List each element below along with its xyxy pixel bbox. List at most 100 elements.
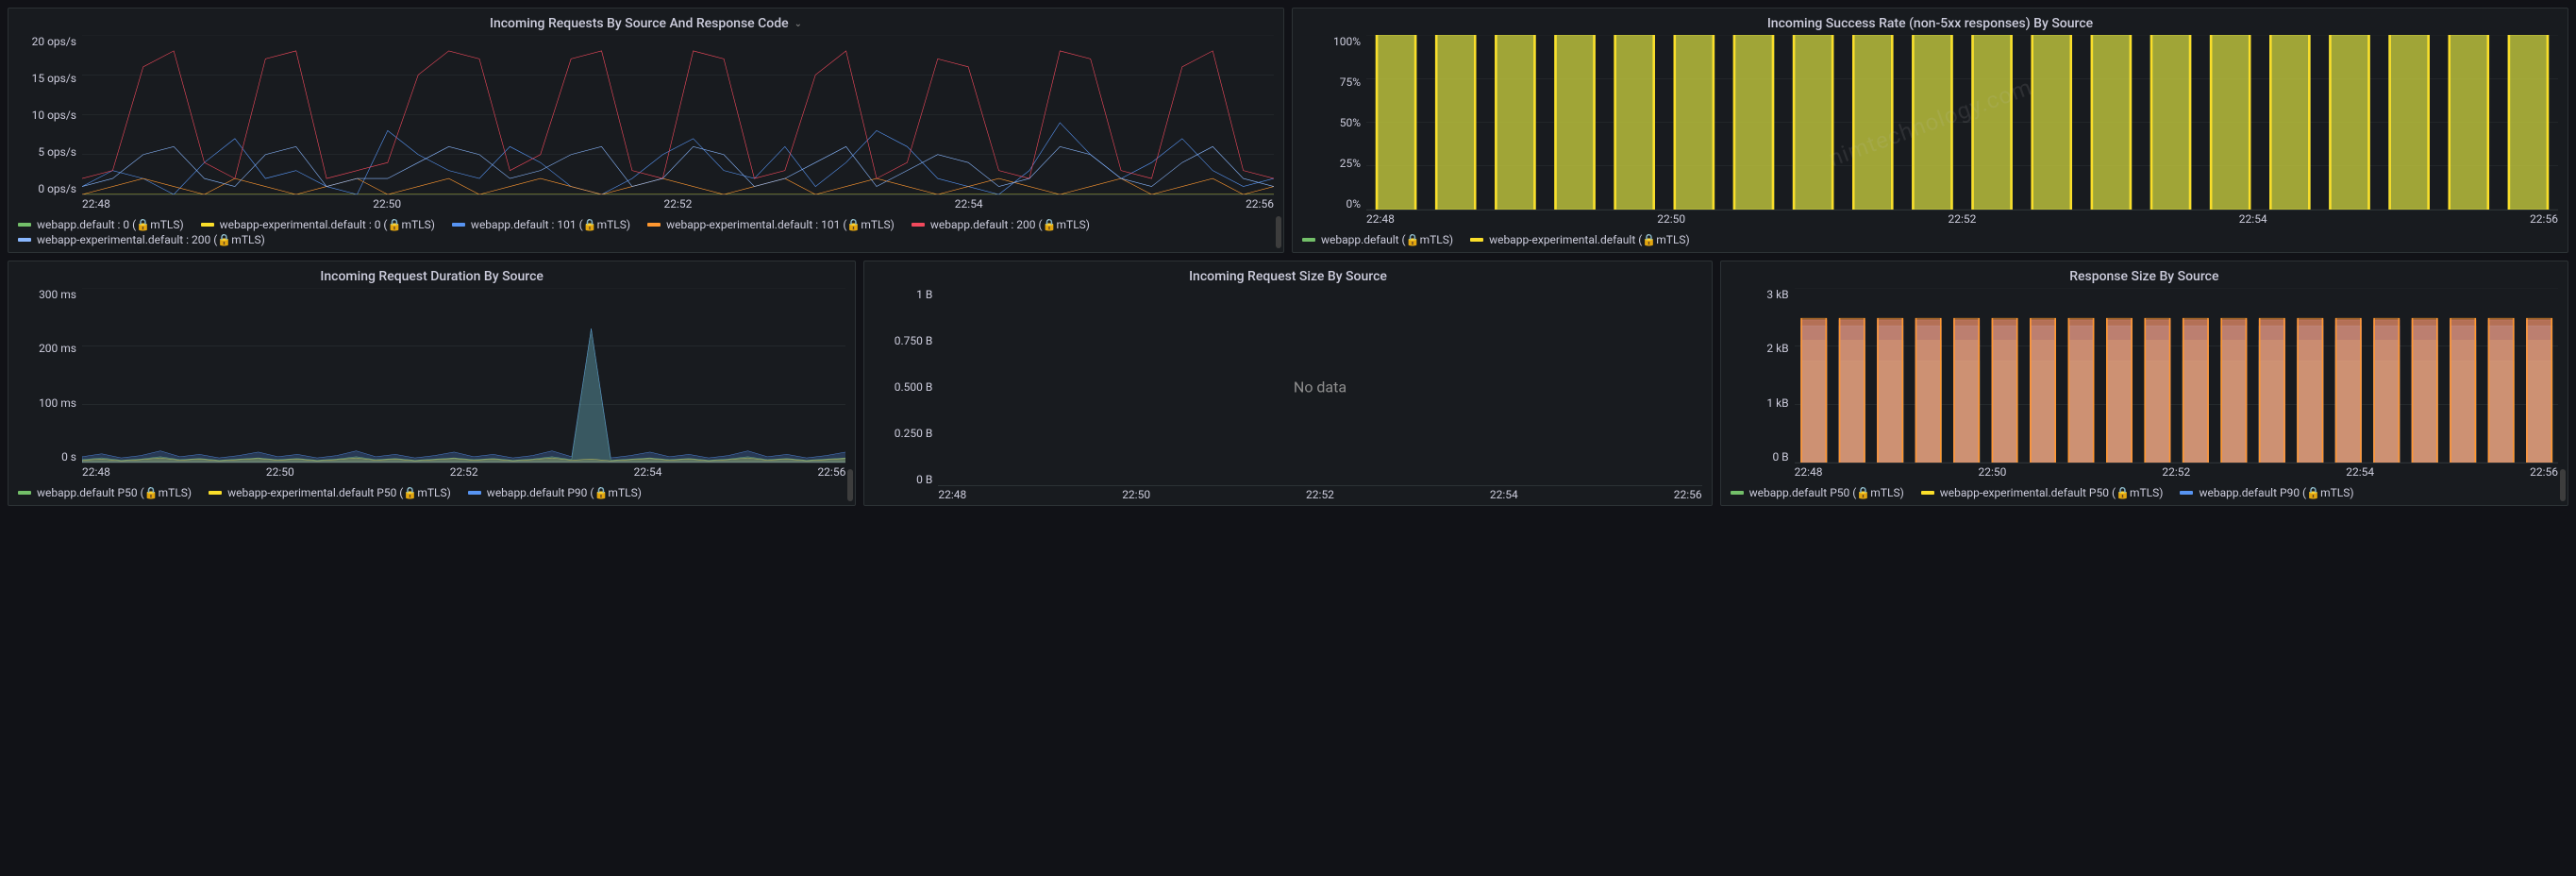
legend-label: webapp.default P90 (🔒mTLS) [487,486,642,499]
legend-label: webapp-experimental.default P50 (🔒mTLS) [1940,486,2164,499]
panel-title[interactable]: Response Size By Source [1721,261,2568,288]
y-axis: 300 ms200 ms100 ms0 s [16,288,76,463]
legend-item[interactable]: webapp-experimental.default : 200 (🔒mTLS… [18,233,265,246]
x-tick-label: 22:54 [634,465,662,482]
chart-body [1795,288,2558,463]
panel-title-text: Incoming Requests By Source And Response… [490,16,789,31]
legend-label: webapp-experimental.default P50 (🔒mTLS) [227,486,451,499]
x-tick-label: 22:56 [2530,212,2558,229]
legend-item[interactable]: webapp-experimental.default P50 (🔒mTLS) [1921,486,2164,499]
x-tick-label: 22:50 [1657,212,1685,229]
x-tick-label: 22:52 [2162,465,2190,482]
x-tick-label: 22:48 [82,197,110,214]
x-axis: 22:4822:5022:5222:5422:56 [1366,212,2558,229]
legend-item[interactable]: webapp-experimental.default (🔒mTLS) [1470,233,1690,246]
x-tick-label: 22:52 [664,197,693,214]
panel-request-size: Incoming Request Size By Source 1 B0.750… [863,261,1712,506]
legend-item[interactable]: webapp-experimental.default : 0 (🔒mTLS) [201,218,435,231]
plot-area[interactable]: 3 kB2 kB1 kB0 B 22:4822:5022:5222:5422:5… [1721,288,2568,482]
y-axis: 20 ops/s15 ops/s10 ops/s5 ops/s0 ops/s [16,35,76,195]
panel-title[interactable]: Incoming Requests By Source And Response… [8,8,1283,35]
legend-label: webapp-experimental.default : 0 (🔒mTLS) [220,218,435,231]
panel-response-size: Response Size By Source 3 kB2 kB1 kB0 B … [1720,261,2568,506]
x-tick-label: 22:52 [1306,488,1334,505]
y-tick-label: 100 ms [16,396,76,410]
y-axis: 100%75%50%25%0% [1300,35,1361,211]
x-axis: 22:4822:5022:5222:5422:56 [938,488,1701,505]
x-tick-label: 22:48 [938,488,966,505]
legend-item[interactable]: webapp.default : 200 (🔒mTLS) [912,218,1090,231]
legend-swatch [18,491,31,495]
legend-swatch [18,238,31,242]
y-tick-label: 10 ops/s [16,109,76,122]
legend: webapp.default P50 (🔒mTLS) webapp-experim… [1721,482,2568,505]
panel-title[interactable]: Incoming Request Duration By Source [8,261,855,288]
panel-title-text: Incoming Request Size By Source [1189,269,1387,284]
x-tick-label: 22:54 [955,197,983,214]
panel-requests-by-source: Incoming Requests By Source And Response… [8,8,1284,253]
legend-swatch [912,223,925,227]
legend-item[interactable]: webapp.default : 101 (🔒mTLS) [452,218,630,231]
legend-label: webapp-experimental.default (🔒mTLS) [1489,233,1690,246]
legend-swatch [1302,238,1315,242]
legend-item[interactable]: webapp-experimental.default P50 (🔒mTLS) [209,486,451,499]
legend-label: webapp-experimental.default : 200 (🔒mTLS… [37,233,265,246]
legend-swatch [18,223,31,227]
panel-success-rate: Incoming Success Rate (non-5xx responses… [1292,8,2568,253]
x-tick-label: 22:48 [82,465,110,482]
legend: webapp.default (🔒mTLS) webapp-experimenta… [1293,229,2568,252]
legend-item[interactable]: webapp.default P50 (🔒mTLS) [18,486,192,499]
y-tick-label: 0 B [872,473,932,486]
y-tick-label: 3 kB [1729,288,1789,301]
panel-request-duration: Incoming Request Duration By Source 300 … [8,261,856,506]
y-tick-label: 300 ms [16,288,76,301]
y-tick-label: 25% [1300,157,1361,170]
y-tick-label: 50% [1300,116,1361,129]
x-tick-label: 22:48 [1795,465,1823,482]
plot-area[interactable]: 100%75%50%25%0% 22:4822:5022:5222:5422:5… [1293,35,2568,229]
legend-label: webapp.default : 101 (🔒mTLS) [471,218,630,231]
grafana-dashboard: Incoming Requests By Source And Response… [8,8,2568,506]
legend-swatch [1470,238,1483,242]
panel-title-text: Incoming Success Rate (non-5xx responses… [1767,16,2093,31]
x-tick-label: 22:50 [373,197,401,214]
legend-swatch [1731,491,1744,495]
chart-body [82,35,1274,195]
no-data-label: No data [1294,378,1347,396]
y-tick-label: 0 s [16,450,76,463]
legend-swatch [1921,491,1934,495]
y-tick-label: 2 kB [1729,342,1789,355]
legend-swatch [647,223,661,227]
y-axis: 3 kB2 kB1 kB0 B [1729,288,1789,463]
legend-label: webapp.default (🔒mTLS) [1321,233,1453,246]
scrollbar[interactable] [847,469,853,501]
legend-item[interactable]: webapp.default P90 (🔒mTLS) [2180,486,2353,499]
legend-swatch [2180,491,2193,495]
y-tick-label: 100% [1300,35,1361,48]
x-tick-label: 22:54 [1490,488,1518,505]
y-tick-label: 1 kB [1729,396,1789,410]
panel-title[interactable]: Incoming Success Rate (non-5xx responses… [1293,8,2568,35]
y-axis: 1 B0.750 B0.500 B0.250 B0 B [872,288,932,486]
x-axis: 22:4822:5022:5222:5422:56 [1795,465,2558,482]
legend-item[interactable]: webapp.default P90 (🔒mTLS) [468,486,642,499]
y-tick-label: 20 ops/s [16,35,76,48]
legend-item[interactable]: webapp.default : 0 (🔒mTLS) [18,218,184,231]
y-tick-label: 0 ops/s [16,182,76,195]
plot-area[interactable]: 1 B0.750 B0.500 B0.250 B0 B No data 22:4… [864,288,1711,505]
legend-label: webapp-experimental.default : 101 (🔒mTLS… [666,218,895,231]
legend-item[interactable]: webapp-experimental.default : 101 (🔒mTLS… [647,218,895,231]
plot-area[interactable]: 20 ops/s15 ops/s10 ops/s5 ops/s0 ops/s 2… [8,35,1283,214]
legend-item[interactable]: webapp.default P50 (🔒mTLS) [1731,486,1904,499]
legend-item[interactable]: webapp.default (🔒mTLS) [1302,233,1453,246]
panel-title[interactable]: Incoming Request Size By Source [864,261,1711,288]
x-tick-label: 22:56 [1246,197,1274,214]
plot-area[interactable]: 300 ms200 ms100 ms0 s 22:4822:5022:5222:… [8,288,855,482]
legend-label: webapp.default : 200 (🔒mTLS) [930,218,1090,231]
x-axis: 22:48 22:50 22:52 22:54 22:56 [82,197,1274,214]
scrollbar[interactable] [2560,469,2566,501]
legend-label: webapp.default P50 (🔒mTLS) [37,486,192,499]
x-tick-label: 22:52 [1949,212,1977,229]
scrollbar[interactable] [1276,216,1281,248]
y-tick-label: 0.750 B [872,334,932,347]
